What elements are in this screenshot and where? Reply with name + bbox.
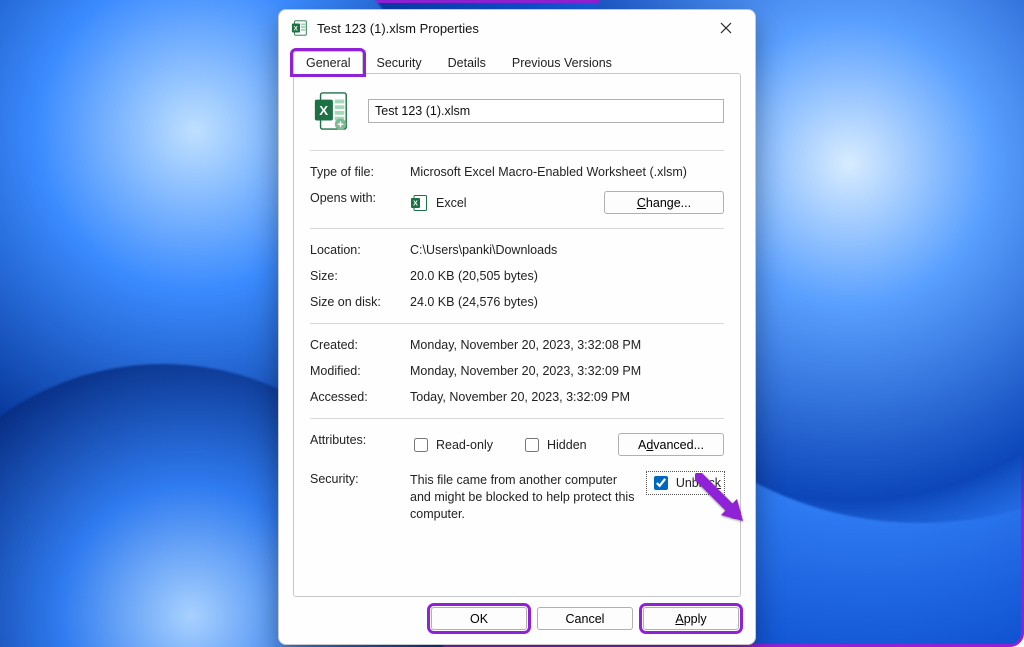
tab-previous-versions[interactable]: Previous Versions <box>499 51 625 74</box>
row-security: Security: This file came from another co… <box>310 472 724 523</box>
opens-with-label: Opens with: <box>310 191 410 205</box>
svg-text:X: X <box>413 200 418 207</box>
tab-general[interactable]: General <box>293 51 363 74</box>
size-on-disk-value: 24.0 KB (24,576 bytes) <box>410 295 724 309</box>
unblock-checkbox-input[interactable] <box>654 476 668 490</box>
close-button[interactable] <box>705 13 747 43</box>
row-created: Created: Monday, November 20, 2023, 3:32… <box>310 338 724 352</box>
hidden-checkbox-input[interactable] <box>525 438 539 452</box>
change-button[interactable]: Change... <box>604 191 724 214</box>
modified-value: Monday, November 20, 2023, 3:32:09 PM <box>410 364 724 378</box>
titlebar[interactable]: X Test 123 (1).xlsm Properties <box>279 10 755 46</box>
row-location: Location: C:\Users\panki\Downloads <box>310 243 724 257</box>
row-modified: Modified: Monday, November 20, 2023, 3:3… <box>310 364 724 378</box>
advanced-button[interactable]: Advanced... <box>618 433 724 456</box>
svg-text:X: X <box>319 103 328 118</box>
opens-with-app: Excel <box>436 196 467 210</box>
location-value: C:\Users\panki\Downloads <box>410 243 724 257</box>
dialog-body: General Security Details Previous Versio… <box>279 46 755 597</box>
separator <box>310 150 724 151</box>
attributes-label: Attributes: <box>310 433 410 447</box>
window-title: Test 123 (1).xlsm Properties <box>317 21 705 36</box>
unblock-checkbox-label: Unblock <box>676 476 721 490</box>
size-label: Size: <box>310 269 410 283</box>
created-label: Created: <box>310 338 410 352</box>
row-filetype: Type of file: Microsoft Excel Macro-Enab… <box>310 165 724 179</box>
modified-label: Modified: <box>310 364 410 378</box>
readonly-checkbox-label: Read-only <box>436 438 493 452</box>
row-size-on-disk: Size on disk: 24.0 KB (24,576 bytes) <box>310 295 724 309</box>
filetype-value: Microsoft Excel Macro-Enabled Worksheet … <box>410 165 724 179</box>
excel-file-icon: X <box>291 19 309 37</box>
security-label: Security: <box>310 472 410 486</box>
size-on-disk-label: Size on disk: <box>310 295 410 309</box>
row-size: Size: 20.0 KB (20,505 bytes) <box>310 269 724 283</box>
separator <box>310 418 724 419</box>
accessed-label: Accessed: <box>310 390 410 404</box>
tab-strip: General Security Details Previous Versio… <box>293 50 741 73</box>
row-accessed: Accessed: Today, November 20, 2023, 3:32… <box>310 390 724 404</box>
created-value: Monday, November 20, 2023, 3:32:08 PM <box>410 338 724 352</box>
location-label: Location: <box>310 243 410 257</box>
filetype-label: Type of file: <box>310 165 410 179</box>
file-header: X <box>312 90 724 132</box>
tab-details[interactable]: Details <box>435 51 499 74</box>
hidden-checkbox[interactable]: Hidden <box>521 435 587 455</box>
row-opens-with: Opens with: X Excel Change... <box>310 191 724 214</box>
close-icon <box>720 22 732 34</box>
tab-security[interactable]: Security <box>363 51 434 74</box>
excel-file-big-icon: X <box>312 90 350 132</box>
excel-app-icon: X <box>410 194 428 212</box>
separator <box>310 228 724 229</box>
readonly-checkbox[interactable]: Read-only <box>410 435 493 455</box>
desktop-background: X Test 123 (1).xlsm Properties General S… <box>0 0 1024 647</box>
row-attributes: Attributes: Read-only Hidden Advanced... <box>310 433 724 456</box>
dialog-footer: OK Cancel Apply <box>279 597 755 644</box>
security-text: This file came from another computer and… <box>410 472 639 523</box>
tab-page-general: X Type of file: Microsoft Excel Macro-En… <box>293 73 741 597</box>
ok-button[interactable]: OK <box>431 607 527 630</box>
accessed-value: Today, November 20, 2023, 3:32:09 PM <box>410 390 724 404</box>
properties-dialog: X Test 123 (1).xlsm Properties General S… <box>278 9 756 645</box>
filename-input[interactable] <box>368 99 724 123</box>
unblock-checkbox[interactable]: Unblock <box>647 472 724 494</box>
apply-button[interactable]: Apply <box>643 607 739 630</box>
cancel-button[interactable]: Cancel <box>537 607 633 630</box>
readonly-checkbox-input[interactable] <box>414 438 428 452</box>
size-value: 20.0 KB (20,505 bytes) <box>410 269 724 283</box>
hidden-checkbox-label: Hidden <box>547 438 587 452</box>
separator <box>310 323 724 324</box>
